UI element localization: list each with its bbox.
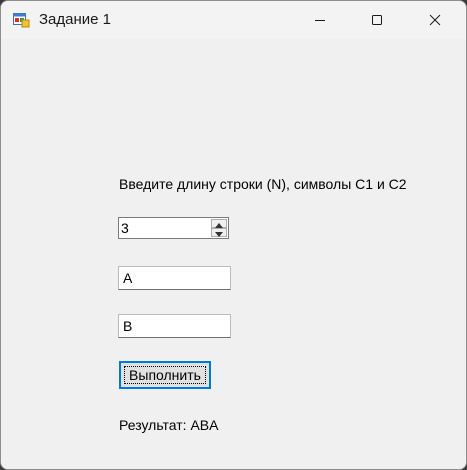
maximize-button[interactable]: [354, 1, 400, 39]
n-value-field[interactable]: [121, 219, 207, 237]
title-bar[interactable]: Задание 1: [1, 1, 466, 39]
close-button[interactable]: [412, 1, 458, 39]
c2-input[interactable]: [118, 314, 231, 338]
maximize-icon: [371, 14, 383, 26]
run-button[interactable]: Выполнить: [119, 361, 211, 389]
result-label: Результат: ABA: [119, 417, 219, 433]
n-numeric-updown[interactable]: [118, 217, 229, 239]
c1-input[interactable]: [118, 266, 231, 290]
prompt-label: Введите длину строки (N), символы C1 и C…: [119, 176, 407, 192]
app-window: Задание 1 Введите длину строки (N), симв…: [0, 0, 467, 470]
windows-form-icon: [13, 11, 30, 28]
arrow-down-icon: [215, 224, 223, 242]
close-icon: [429, 14, 441, 26]
minimize-icon: [314, 14, 326, 26]
spin-down-button[interactable]: [211, 228, 227, 237]
minimize-button[interactable]: [297, 1, 343, 39]
window-title: Задание 1: [39, 11, 112, 28]
run-button-label: Выполнить: [129, 367, 201, 383]
form-client-area: Введите длину строки (N), символы C1 и C…: [1, 39, 466, 469]
